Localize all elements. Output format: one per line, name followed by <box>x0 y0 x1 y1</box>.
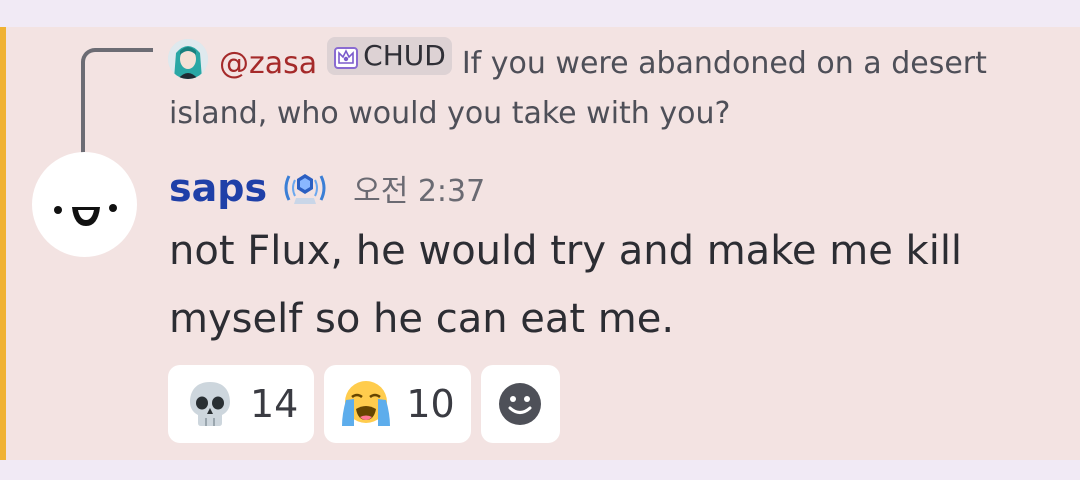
mention-highlight-bar <box>0 27 6 460</box>
add-reaction-icon <box>499 383 542 425</box>
loudly-crying-face-icon <box>340 378 392 430</box>
reply-preview[interactable]: @zasa CHUD If you were abandoned on a dese… <box>169 37 1049 139</box>
timestamp[interactable]: 오전 2:37 <box>353 166 485 210</box>
skull-icon <box>184 378 236 430</box>
username[interactable]: saps <box>169 166 267 210</box>
hypesquad-badge-icon[interactable] <box>283 170 327 206</box>
avatar[interactable] <box>32 152 137 257</box>
smiley-face-icon <box>54 204 117 226</box>
crown-role-icon <box>333 43 359 69</box>
add-reaction-button[interactable] <box>480 365 560 443</box>
reactions-bar: 14 10 <box>168 365 560 443</box>
reply-username[interactable]: @zasa <box>219 46 317 81</box>
reply-connector <box>81 48 153 165</box>
message-content: not Flux, he would try and make me kill … <box>169 228 963 342</box>
reaction-skull[interactable]: 14 <box>168 365 315 443</box>
message-header: saps 오전 2:37 <box>169 163 485 213</box>
message-container[interactable]: @zasa CHUD If you were abandoned on a dese… <box>0 27 1080 460</box>
reaction-count: 14 <box>250 382 299 426</box>
reaction-count: 10 <box>406 382 455 426</box>
role-tag-label: CHUD <box>363 39 446 72</box>
reaction-loudly-crying[interactable]: 10 <box>324 365 471 443</box>
role-tag: CHUD <box>327 37 452 75</box>
